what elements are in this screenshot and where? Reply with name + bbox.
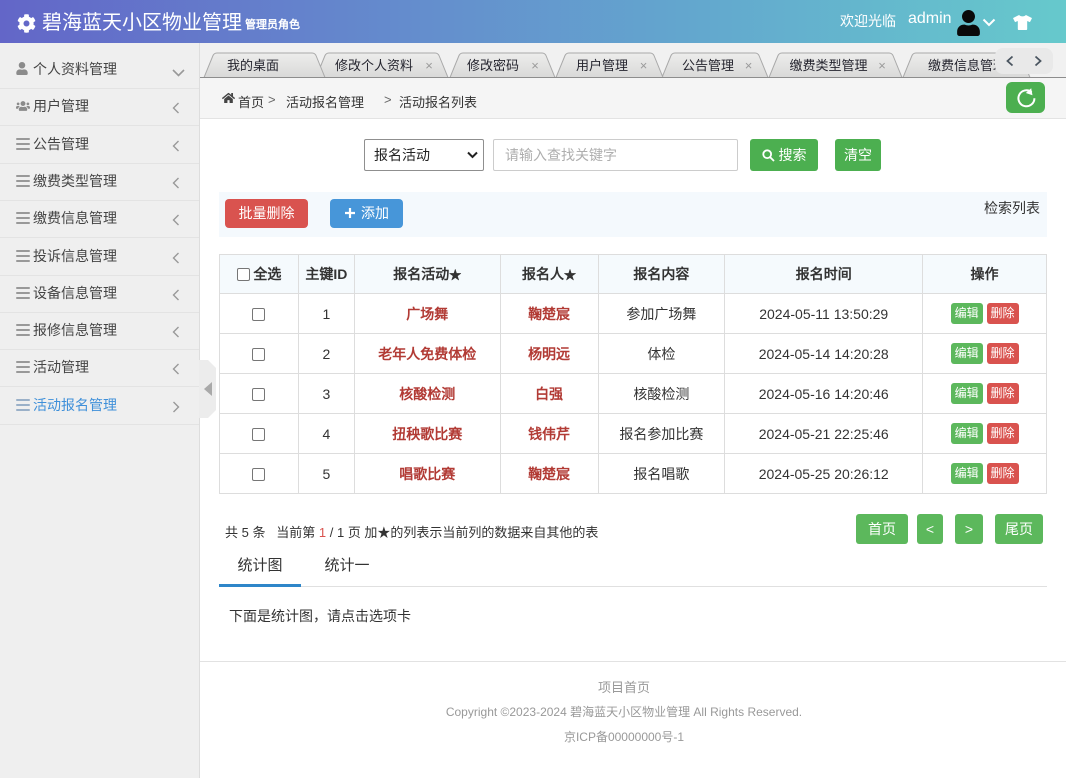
svg-text:修改个人资料: 修改个人资料 <box>335 58 413 73</box>
svg-text:×: × <box>878 58 886 73</box>
svg-text:×: × <box>745 58 753 73</box>
svg-text:×: × <box>640 58 648 73</box>
svg-text:我的桌面: 我的桌面 <box>227 58 279 73</box>
svg-text:修改密码: 修改密码 <box>467 58 519 73</box>
svg-text:缴费类型管理: 缴费类型管理 <box>789 58 867 73</box>
svg-text:×: × <box>425 58 433 73</box>
svg-text:用户管理: 用户管理 <box>576 58 628 73</box>
svg-text:×: × <box>531 58 539 73</box>
svg-text:公告管理: 公告管理 <box>682 58 734 73</box>
